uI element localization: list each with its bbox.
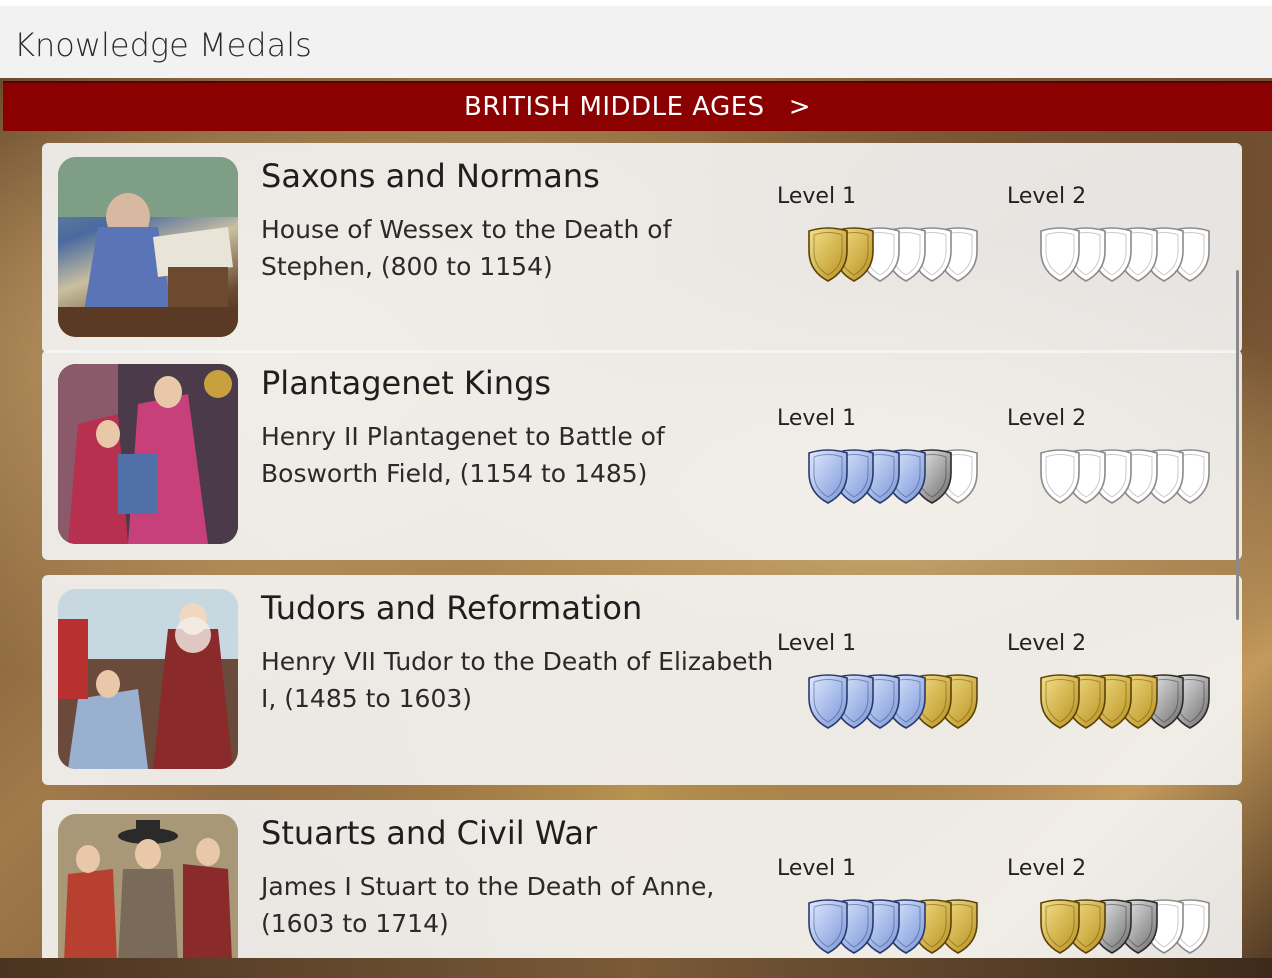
thumbnail-art bbox=[58, 364, 238, 544]
list-scrollbar[interactable] bbox=[1236, 270, 1239, 620]
level-2-label: Level 2 bbox=[1007, 631, 1087, 656]
level-1-label: Level 1 bbox=[777, 631, 857, 656]
level-1-label: Level 1 bbox=[777, 406, 857, 431]
app-title: Knowledge Medals bbox=[14, 26, 312, 64]
thumbnail-art bbox=[58, 157, 238, 337]
course-title: Saxons and Normans bbox=[261, 157, 600, 195]
blue-shield-medal-icon bbox=[808, 899, 848, 954]
level-2-medals bbox=[1038, 672, 1238, 732]
course-description: James I Stuart to the Death of Anne, (16… bbox=[261, 872, 715, 938]
level-1-medals bbox=[806, 447, 1006, 507]
level-1-medals bbox=[806, 672, 1006, 732]
gold-shield-medal-icon bbox=[1040, 899, 1080, 954]
course-card-tudors[interactable]: Tudors and Reformation Henry VII Tudor t… bbox=[42, 575, 1242, 785]
blue-shield-medal-icon bbox=[808, 674, 848, 729]
thumbnail-art bbox=[58, 814, 238, 958]
stuart-cavaliers-illustration bbox=[58, 814, 238, 958]
course-description: Henry II Plantagenet to Battle of Boswor… bbox=[261, 422, 665, 488]
title-bar: Knowledge Medals bbox=[0, 0, 1272, 78]
course-title: Stuarts and Civil War bbox=[261, 814, 598, 852]
course-title: Plantagenet Kings bbox=[261, 364, 552, 402]
saxon-king-illustration bbox=[58, 157, 238, 337]
course-description: Henry VII Tudor to the Death of Elizabet… bbox=[261, 647, 774, 713]
level-2-medals bbox=[1038, 225, 1238, 285]
level-1-medals bbox=[806, 225, 1006, 285]
chevron-right-icon: > bbox=[788, 92, 811, 122]
banner-label: BRITISH MIDDLE AGES bbox=[464, 92, 765, 122]
level-1-label: Level 1 bbox=[777, 856, 857, 881]
level-1-label: Level 1 bbox=[777, 184, 857, 209]
gold-shield-medal-icon bbox=[1040, 674, 1080, 729]
tudor-queen-illustration bbox=[58, 589, 238, 769]
empty-shield-medal-icon bbox=[1040, 227, 1080, 282]
level-2-label: Level 2 bbox=[1007, 856, 1087, 881]
course-list[interactable]: Saxons and Normans House of Wessex to th… bbox=[0, 131, 1272, 958]
course-card-stuarts[interactable]: Stuarts and Civil War James I Stuart to … bbox=[42, 800, 1242, 958]
background-bottom-strip bbox=[0, 958, 1272, 978]
category-banner-button[interactable]: BRITISH MIDDLE AGES > bbox=[3, 81, 1272, 131]
course-card-saxons[interactable]: Saxons and Normans House of Wessex to th… bbox=[42, 143, 1242, 353]
level-2-label: Level 2 bbox=[1007, 184, 1087, 209]
gold-shield-medal-icon bbox=[808, 227, 848, 282]
course-title: Tudors and Reformation bbox=[261, 589, 643, 627]
level-1-medals bbox=[806, 897, 1006, 957]
course-card-plantagenet[interactable]: Plantagenet Kings Henry II Plantagenet t… bbox=[42, 350, 1242, 560]
level-2-label: Level 2 bbox=[1007, 406, 1087, 431]
empty-shield-medal-icon bbox=[1040, 449, 1080, 504]
blue-shield-medal-icon bbox=[808, 449, 848, 504]
level-2-medals bbox=[1038, 447, 1238, 507]
thumbnail-art bbox=[58, 589, 238, 769]
level-2-medals bbox=[1038, 897, 1238, 957]
plantagenet-court-illustration bbox=[58, 364, 238, 544]
course-description: House of Wessex to the Death of Stephen,… bbox=[261, 215, 672, 281]
